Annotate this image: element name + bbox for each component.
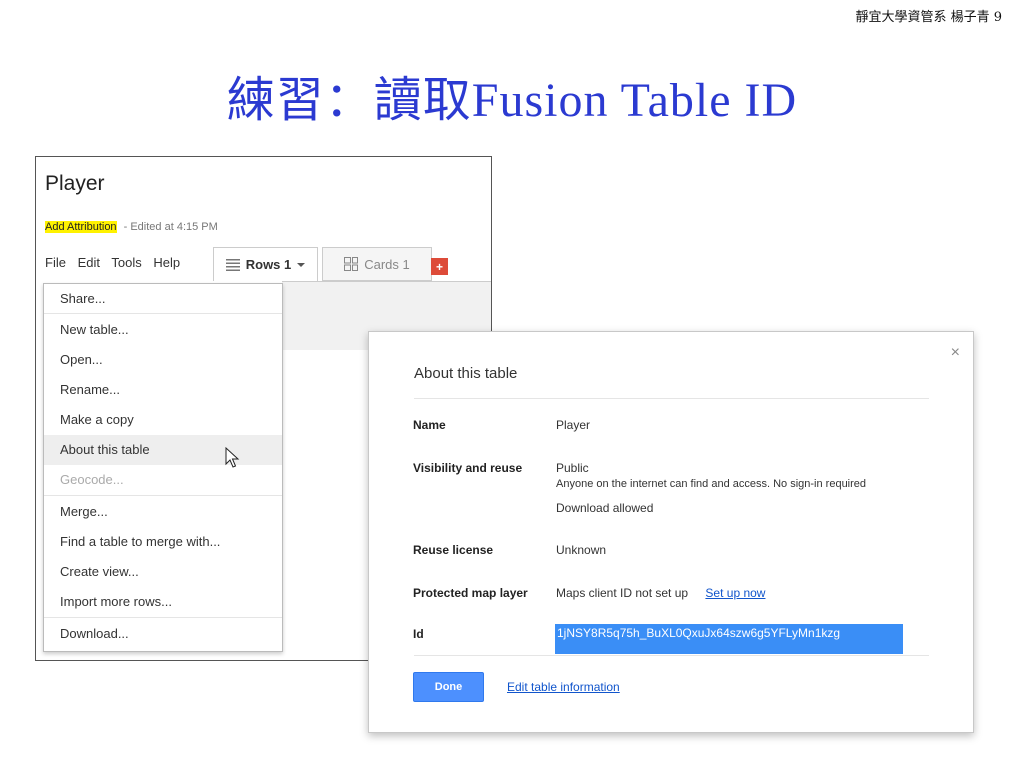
name-value: Player — [556, 418, 591, 432]
menu-item-about-table[interactable]: About this table — [44, 435, 282, 465]
add-attribution-link[interactable]: Add Attribution — [45, 221, 117, 233]
menu-separator — [44, 313, 282, 314]
set-up-now-link[interactable]: Set up now — [705, 586, 765, 600]
menu-edit[interactable]: Edit — [78, 255, 100, 270]
menu-item-open[interactable]: Open... — [44, 345, 282, 375]
tab-rows[interactable]: Rows 1 — [213, 247, 318, 281]
menu-item-find-merge[interactable]: Find a table to merge with... — [44, 527, 282, 557]
menu-item-create-view[interactable]: Create view... — [44, 557, 282, 587]
tab-cards-label: Cards 1 — [364, 256, 410, 272]
menu-tools[interactable]: Tools — [111, 255, 141, 270]
edited-text: - Edited at 4:15 PM — [123, 221, 218, 233]
license-value: Unknown — [556, 543, 607, 557]
visibility-description: Anyone on the internet can find and acce… — [556, 478, 867, 490]
add-tab-button[interactable]: + — [431, 258, 448, 275]
cards-icon — [344, 257, 359, 271]
menu-separator — [44, 617, 282, 618]
menu-separator — [44, 495, 282, 496]
dialog-title: About this table — [414, 365, 518, 382]
map-layer-label: Protected map layer — [413, 586, 528, 600]
chevron-down-icon — [297, 262, 306, 267]
map-layer-status: Maps client ID not set up — [556, 586, 689, 600]
license-label: Reuse license — [413, 543, 494, 557]
menu-item-geocode: Geocode... — [60, 472, 124, 487]
id-label: Id — [413, 627, 424, 641]
menu-item-share[interactable]: Share... — [44, 284, 282, 314]
dialog-divider — [414, 655, 929, 656]
menu-item-download[interactable]: Download... — [44, 619, 282, 649]
attribution-row: Add Attribution - Edited at 4:15 PM — [45, 221, 218, 233]
menu-item-import-rows[interactable]: Import more rows... — [44, 587, 282, 617]
menu-item-make-copy[interactable]: Make a copy — [44, 405, 282, 435]
table-id-value[interactable]: 1jNSY8R5q75h_BuXL0QxuJx64szw6g5YFLyMn1kz… — [555, 624, 903, 654]
map-layer-value: Maps client ID not set up Set up now — [556, 586, 765, 600]
rows-icon — [225, 258, 240, 271]
done-button[interactable]: Done — [413, 672, 484, 702]
edit-table-info-link[interactable]: Edit table information — [507, 680, 620, 694]
visibility-value: Public — [556, 461, 589, 475]
about-table-dialog: × About this table Name Player Visibilit… — [368, 331, 974, 733]
slide-corner-note: 靜宜大學資管系 楊子青 9 — [855, 10, 1002, 25]
name-label: Name — [413, 418, 446, 432]
mouse-cursor-icon — [225, 447, 240, 468]
file-menu-dropdown: Share... New table... Open... Rename... … — [43, 283, 283, 652]
menu-bar: File Edit Tools Help — [45, 255, 188, 270]
table-name: Player — [45, 172, 105, 195]
close-icon[interactable]: × — [951, 344, 960, 362]
tab-cards[interactable]: Cards 1 — [322, 247, 432, 281]
download-value: Download allowed — [556, 501, 654, 515]
tab-rows-label: Rows 1 — [245, 257, 292, 272]
dialog-divider — [414, 398, 929, 399]
menu-help[interactable]: Help — [153, 255, 180, 270]
menu-item-merge[interactable]: Merge... — [44, 497, 282, 527]
visibility-label: Visibility and reuse — [413, 461, 523, 475]
menu-item-new-table[interactable]: New table... — [44, 315, 282, 345]
menu-item-rename[interactable]: Rename... — [44, 375, 282, 405]
slide-title: 練習：讀取Fusion Table ID — [226, 74, 798, 127]
menu-file[interactable]: File — [45, 255, 66, 270]
